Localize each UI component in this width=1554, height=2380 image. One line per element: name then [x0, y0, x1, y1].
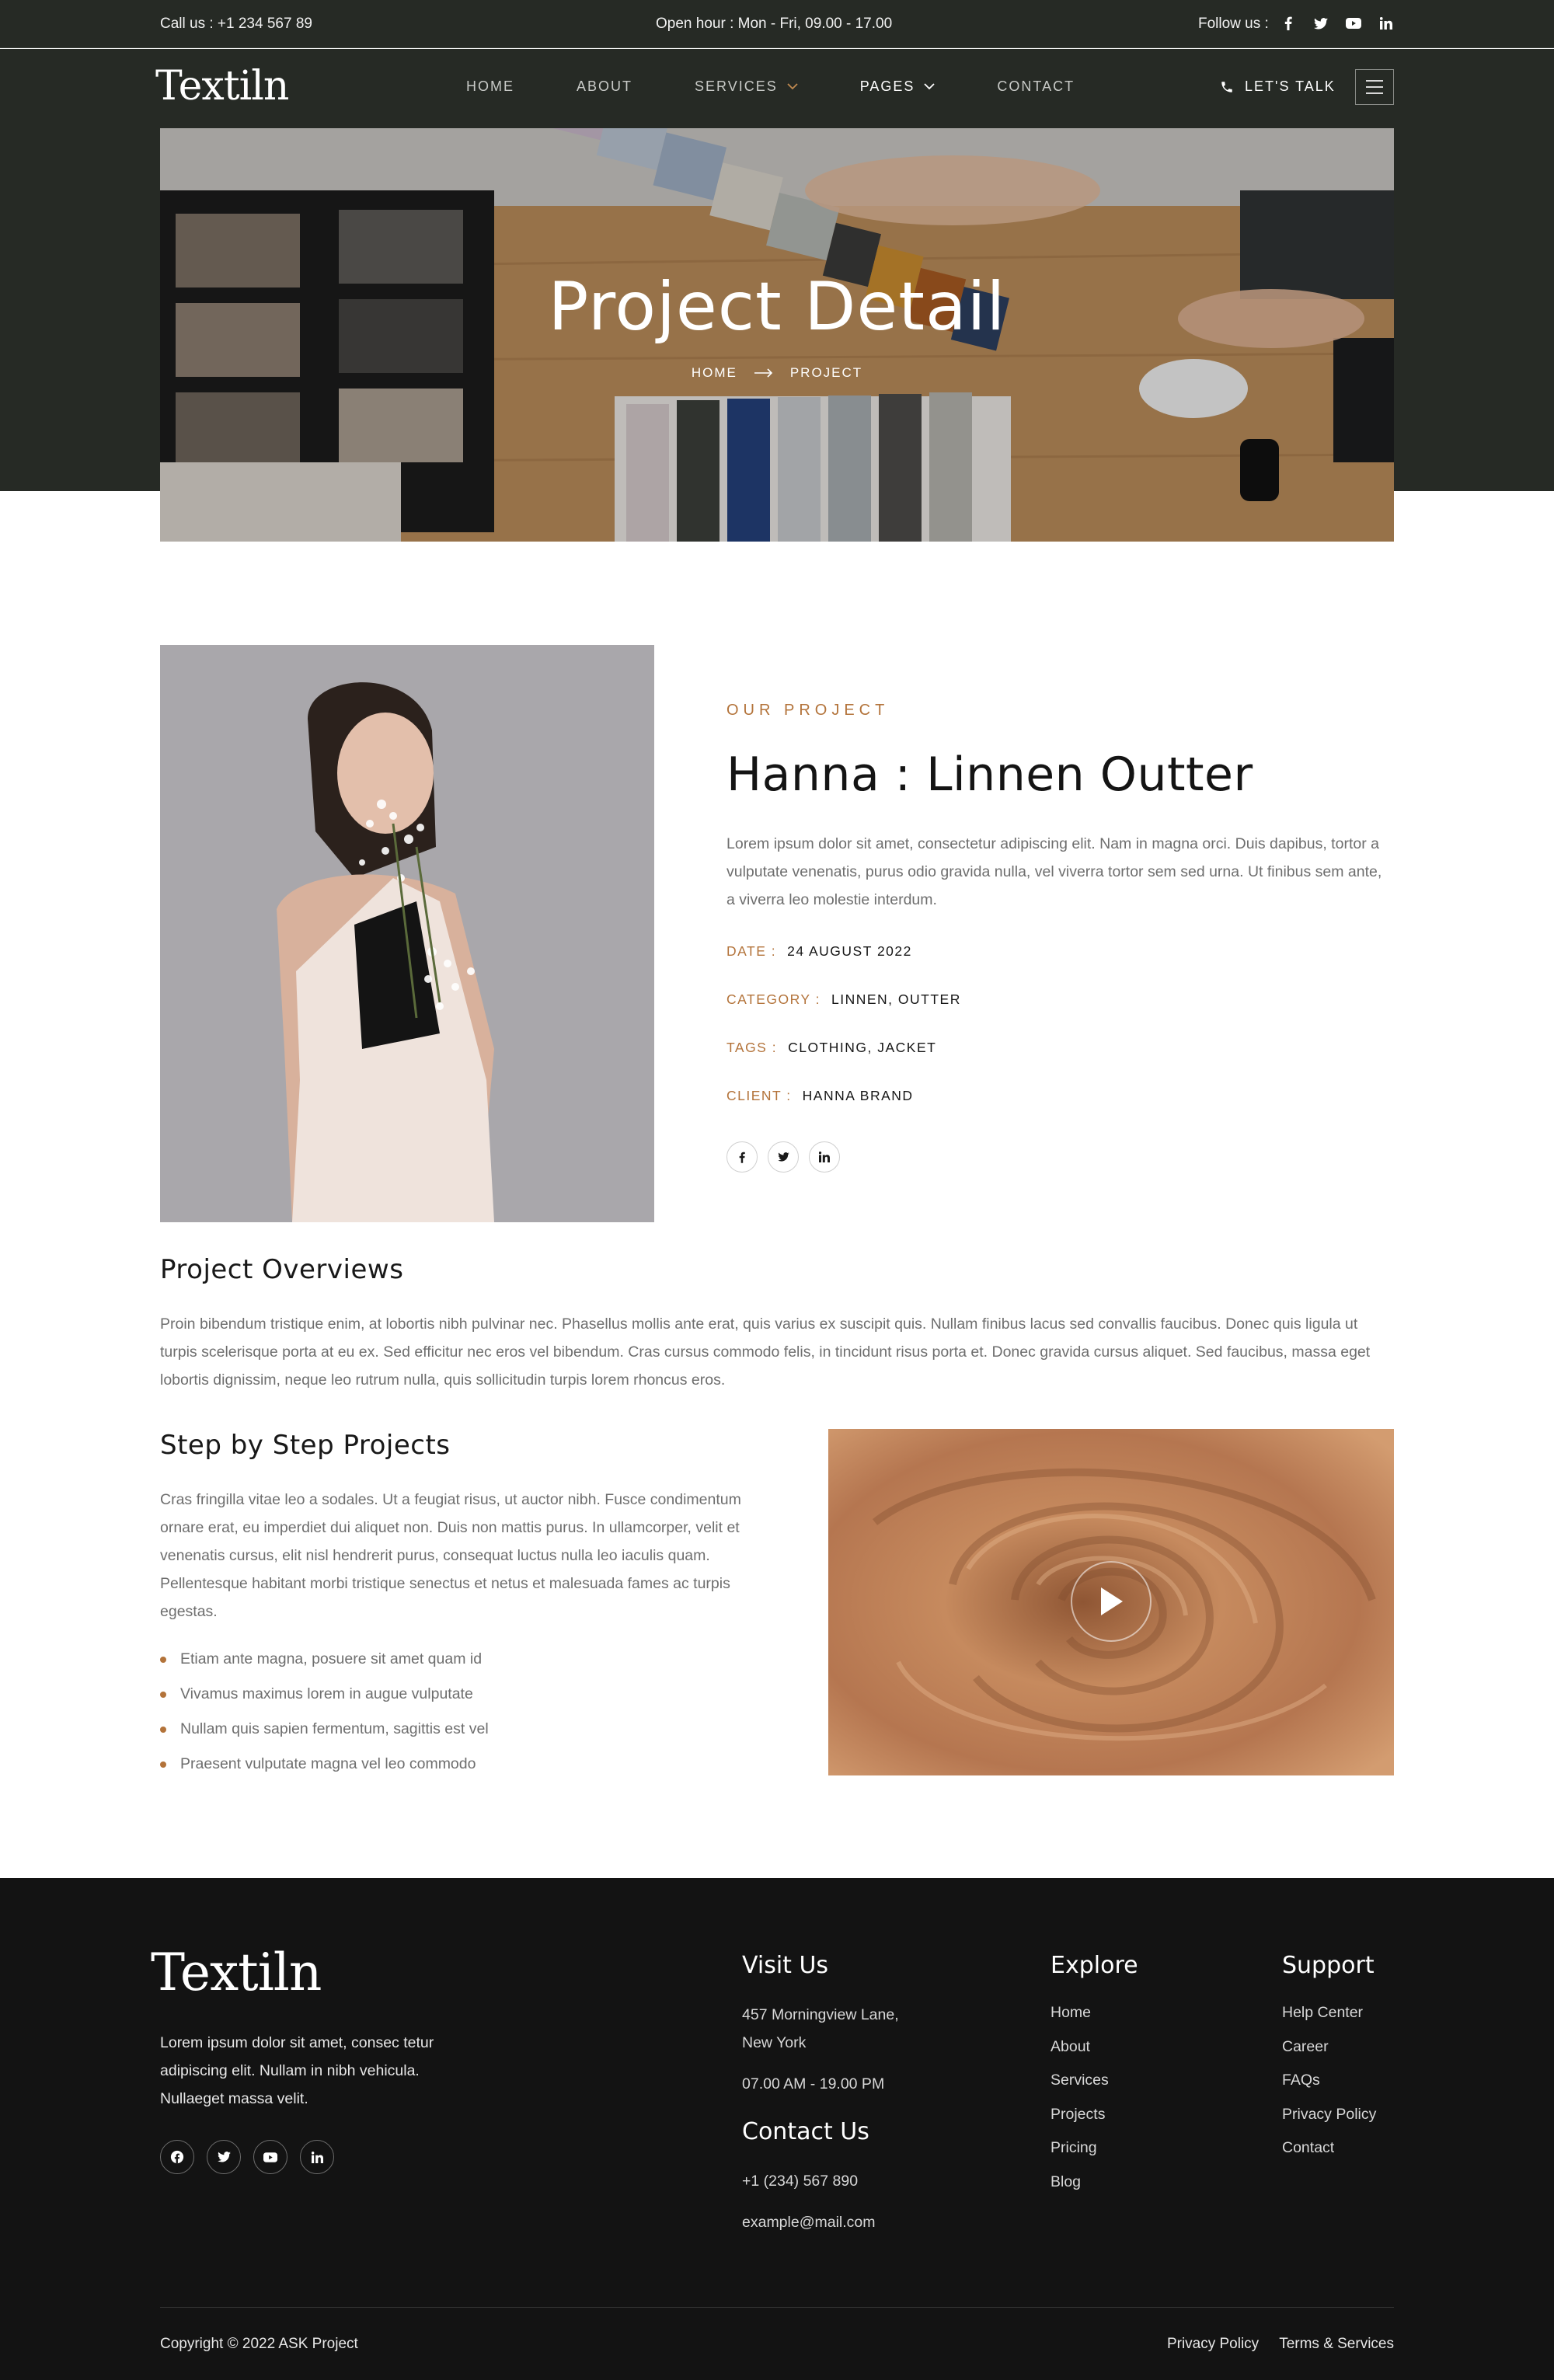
address-line-1: 457 Morningview Lane, [742, 2006, 899, 2023]
linkedin-icon[interactable] [300, 2140, 334, 2174]
call-us-text: Call us : +1 234 567 89 [160, 16, 312, 32]
explore-links: Home About Services Projects Pricing Blo… [1051, 2004, 1109, 2208]
steps-text: Cras fringilla vitae leo a sodales. Ut a… [160, 1491, 741, 1620]
list-item: Nullam quis sapien fermentum, sagittis e… [160, 1712, 489, 1747]
nav-about[interactable]: ABOUT [577, 78, 632, 95]
overview-heading: Project Overviews [160, 1254, 404, 1285]
hamburger-icon[interactable] [1355, 69, 1394, 105]
overview-text: Proin bibendum tristique enim, at lobort… [160, 1315, 1371, 1389]
arrow-right-icon [754, 368, 772, 378]
open-hours-text: Open hour : Mon - Fri, 09.00 - 17.00 [656, 16, 893, 32]
footer-link-contact[interactable]: Contact [1282, 2139, 1376, 2173]
lets-talk-label: LET'S TALK [1245, 78, 1336, 94]
twitter-icon[interactable] [207, 2140, 241, 2174]
list-item: Etiam ante magna, posuere sit amet quam … [160, 1642, 489, 1677]
project-description: Lorem ipsum dolor sit amet, consectetur … [726, 835, 1382, 908]
portrait-illustration [160, 645, 654, 1222]
footer-link-blog[interactable]: Blog [1051, 2173, 1109, 2208]
phone-icon [1221, 81, 1232, 92]
legal-links: Privacy Policy Terms & Services [1167, 2336, 1394, 2353]
twitter-icon[interactable] [768, 1141, 799, 1173]
footer-link-career[interactable]: Career [1282, 2038, 1376, 2072]
project-title: Hanna : Linnen Outter [726, 747, 1253, 802]
footer-link-about[interactable]: About [1051, 2038, 1109, 2072]
meta-date: DATE : 24 AUGUST 2022 [726, 943, 912, 959]
play-icon[interactable] [1071, 1561, 1152, 1642]
breadcrumb: HOME PROJECT [160, 365, 1394, 381]
footer-link-privacy[interactable]: Privacy Policy [1282, 2106, 1376, 2140]
facebook-icon[interactable] [1280, 15, 1296, 32]
steps-heading: Step by Step Projects [160, 1430, 451, 1461]
linkedin-icon[interactable] [1378, 15, 1394, 32]
hero-banner: Project Detail HOME PROJECT [160, 128, 1394, 542]
youtube-icon[interactable] [1346, 15, 1361, 32]
project-share-links [726, 1141, 840, 1173]
page-title: Project Detail [548, 268, 1006, 346]
facebook-icon[interactable] [726, 1141, 758, 1173]
meta-category: CATEGORY : LINNEN, OUTTER [726, 991, 961, 1007]
top-bar: Call us : +1 234 567 89 Open hour : Mon … [0, 0, 1554, 48]
footer-social-links [160, 2140, 334, 2174]
opening-hours: 07.00 AM - 19.00 PM [742, 2075, 885, 2093]
main-navigation: Textiln HOME ABOUT SERVICES PAGES CONTAC… [0, 49, 1554, 128]
footer-logo[interactable]: Textiln [151, 1943, 322, 2002]
footer-link-services[interactable]: Services [1051, 2072, 1109, 2106]
address-line-2: New York [742, 2034, 807, 2051]
explore-heading: Explore [1051, 1952, 1138, 1979]
footer-link-faqs[interactable]: FAQs [1282, 2072, 1376, 2106]
footer-link-projects[interactable]: Projects [1051, 2106, 1109, 2140]
nav-services[interactable]: SERVICES [695, 78, 798, 95]
logo[interactable]: Textiln [155, 63, 289, 110]
contact-us-heading: Contact Us [742, 2118, 869, 2145]
nav-pages[interactable]: PAGES [860, 78, 936, 95]
lets-talk-button[interactable]: LET'S TALK [1220, 78, 1336, 95]
terms-link[interactable]: Terms & Services [1279, 2336, 1394, 2353]
footer-link-pricing[interactable]: Pricing [1051, 2139, 1109, 2173]
copyright-text: Copyright © 2022 ASK Project [160, 2336, 358, 2352]
youtube-icon[interactable] [253, 2140, 287, 2174]
steps-bullet-list: Etiam ante magna, posuere sit amet quam … [160, 1642, 489, 1782]
list-item: Praesent vulputate magna vel leo commodo [160, 1747, 489, 1782]
breadcrumb-home[interactable]: HOME [692, 365, 737, 381]
visit-us-heading: Visit Us [742, 1952, 829, 1979]
facebook-icon[interactable] [160, 2140, 194, 2174]
chevron-down-icon [924, 83, 936, 90]
meta-tags: TAGS : CLOTHING, JACKET [726, 1040, 937, 1055]
meta-client: CLIENT : HANNA BRAND [726, 1088, 914, 1103]
list-item: Vivamus maximus lorem in augue vulputate [160, 1677, 489, 1712]
nav-contact[interactable]: CONTACT [997, 78, 1075, 95]
follow-us-label: Follow us : [1198, 16, 1269, 32]
nav-home[interactable]: HOME [466, 78, 514, 95]
breadcrumb-current: PROJECT [789, 365, 863, 380]
privacy-policy-link[interactable]: Privacy Policy [1167, 2336, 1259, 2353]
footer-link-help-center[interactable]: Help Center [1282, 2004, 1376, 2038]
support-links: Help Center Career FAQs Privacy Policy C… [1282, 2004, 1376, 2173]
nav-menu: HOME ABOUT SERVICES PAGES CONTACT [466, 78, 1075, 95]
chevron-down-icon [787, 83, 798, 90]
footer-phone[interactable]: +1 (234) 567 890 [742, 2167, 858, 2195]
footer-link-home[interactable]: Home [1051, 2004, 1109, 2038]
twitter-icon[interactable] [1313, 15, 1329, 32]
project-video[interactable] [828, 1429, 1394, 1775]
section-eyebrow: OUR PROJECT [726, 702, 890, 719]
footer-email[interactable]: example@mail.com [742, 2208, 876, 2236]
linkedin-icon[interactable] [809, 1141, 840, 1173]
support-heading: Support [1282, 1952, 1375, 1979]
project-portrait-image [160, 645, 654, 1222]
footer-divider [160, 2307, 1394, 2308]
footer-about-text: Lorem ipsum dolor sit amet, consec tetur… [160, 2034, 434, 2107]
top-social-links [1280, 15, 1394, 32]
